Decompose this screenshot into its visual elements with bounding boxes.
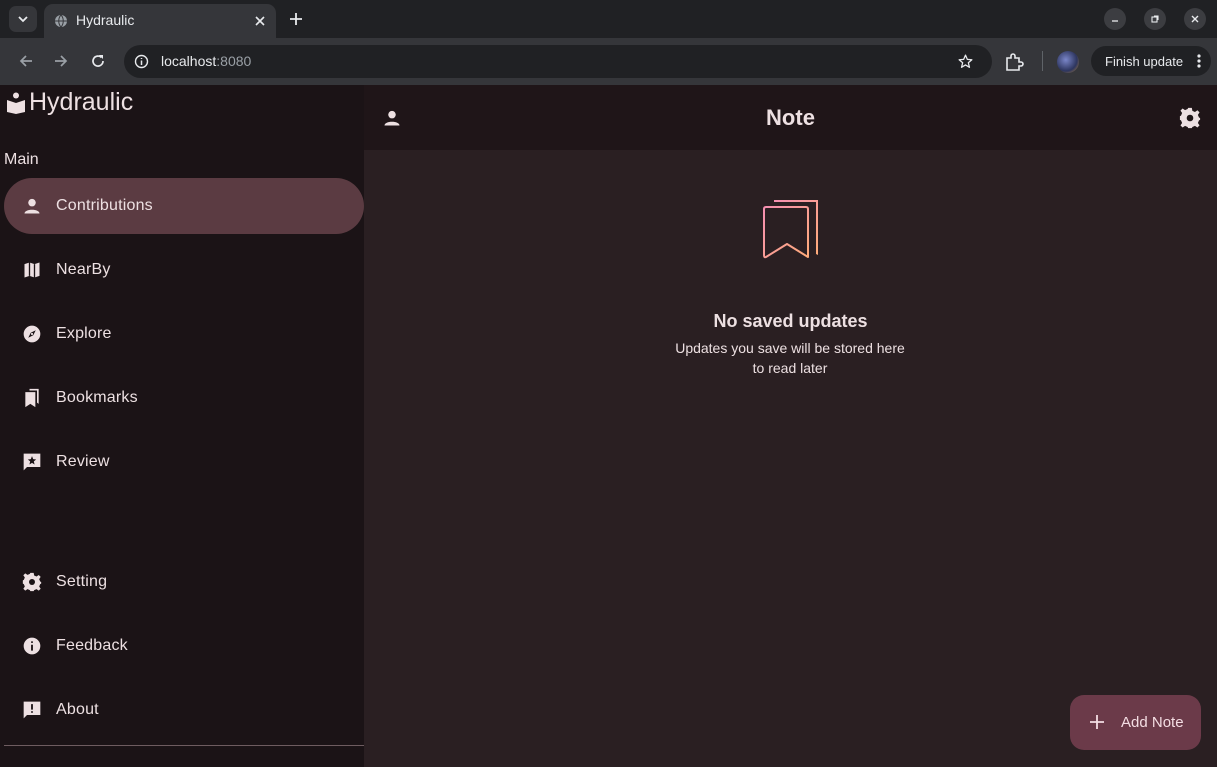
finish-update-label: Finish update bbox=[1105, 53, 1184, 69]
restore-button[interactable] bbox=[1144, 8, 1166, 30]
gear-icon bbox=[21, 571, 43, 593]
bookmarks-icon bbox=[21, 387, 43, 409]
nav-item-label: NearBy bbox=[56, 261, 111, 278]
brand: Hydraulic bbox=[6, 88, 133, 117]
restore-icon bbox=[1151, 15, 1159, 23]
close-icon[interactable] bbox=[252, 13, 268, 29]
navigation-drawer: Hydraulic Main Contributions NearBy Expl… bbox=[0, 85, 364, 767]
nav-item-review[interactable]: Review bbox=[4, 434, 364, 490]
back-arrow-icon[interactable] bbox=[17, 52, 35, 70]
toolbar-divider bbox=[1042, 51, 1043, 71]
person-icon bbox=[21, 195, 43, 217]
browser-tab-strip: Hydraulic bbox=[0, 0, 1217, 38]
nav-item-label: Setting bbox=[56, 573, 108, 590]
tab-title: Hydraulic bbox=[76, 12, 135, 28]
drawer-divider bbox=[4, 745, 364, 746]
plus-icon bbox=[1090, 715, 1104, 729]
finish-update-button[interactable]: Finish update bbox=[1091, 46, 1211, 76]
profile-avatar[interactable] bbox=[1057, 51, 1079, 73]
more-vert-icon bbox=[1197, 54, 1201, 68]
settings-gear-icon[interactable] bbox=[1179, 107, 1201, 129]
nav-item-label: Review bbox=[56, 453, 110, 470]
nav-item-explore[interactable]: Explore bbox=[4, 306, 364, 362]
nav-item-label: About bbox=[56, 701, 99, 718]
close-window-button[interactable] bbox=[1184, 8, 1206, 30]
rate-review-icon bbox=[21, 451, 43, 473]
book-reader-icon bbox=[7, 92, 25, 114]
top-app-bar: Note bbox=[364, 85, 1217, 150]
reload-icon[interactable] bbox=[89, 52, 107, 70]
add-note-label: Add Note bbox=[1121, 714, 1184, 731]
add-note-button[interactable]: Add Note bbox=[1070, 695, 1201, 750]
bookmark-star-icon[interactable] bbox=[957, 53, 974, 70]
nav-item-label: Feedback bbox=[56, 637, 128, 654]
minimize-button[interactable] bbox=[1104, 8, 1126, 30]
drawer-section-label: Main bbox=[4, 151, 39, 168]
empty-state-subtitle-line: Updates you save will be stored here bbox=[675, 340, 905, 356]
nav-item-label: Contributions bbox=[56, 197, 153, 214]
tab-search-button[interactable] bbox=[9, 6, 37, 32]
globe-icon bbox=[55, 14, 67, 28]
nav-item-label: Bookmarks bbox=[56, 389, 138, 406]
compass-icon bbox=[21, 323, 43, 345]
empty-state-subtitle: Updates you save will be stored here to … bbox=[665, 338, 915, 378]
map-icon bbox=[21, 259, 43, 281]
nav-item-label: Explore bbox=[56, 325, 112, 342]
site-info-icon[interactable] bbox=[134, 54, 149, 69]
nav-item-nearby[interactable]: NearBy bbox=[4, 242, 364, 298]
chevron-down-icon bbox=[18, 16, 28, 23]
nav-item-bookmarks[interactable]: Bookmarks bbox=[4, 370, 364, 426]
close-icon bbox=[1191, 15, 1199, 23]
empty-state-subtitle-line: to read later bbox=[752, 360, 828, 376]
page-title: Note bbox=[766, 105, 815, 130]
url-port: :8080 bbox=[216, 53, 252, 69]
address-bar[interactable]: localhost:8080 bbox=[124, 45, 992, 78]
info-icon bbox=[21, 635, 43, 657]
bookmarks-outline-icon bbox=[763, 200, 818, 259]
forward-arrow-icon[interactable] bbox=[52, 52, 70, 70]
empty-state-title: No saved updates bbox=[713, 311, 868, 331]
nav-item-about[interactable]: About bbox=[4, 682, 364, 738]
new-tab-plus-icon[interactable] bbox=[286, 9, 306, 29]
nav-item-setting[interactable]: Setting bbox=[4, 554, 364, 610]
browser-tab[interactable]: Hydraulic bbox=[44, 4, 276, 38]
extensions-puzzle-icon[interactable] bbox=[1004, 52, 1024, 72]
feedback-icon bbox=[21, 699, 43, 721]
url-text: localhost:8080 bbox=[161, 53, 251, 69]
nav-item-contributions[interactable]: Contributions bbox=[4, 178, 364, 234]
minimize-icon bbox=[1112, 20, 1118, 22]
main-content: No saved updates Updates you save will b… bbox=[364, 150, 1217, 767]
brand-name: Hydraulic bbox=[29, 88, 134, 116]
nav-item-feedback[interactable]: Feedback bbox=[4, 618, 364, 674]
browser-toolbar: localhost:8080 Finish update bbox=[0, 38, 1217, 85]
url-host: localhost bbox=[161, 53, 217, 69]
